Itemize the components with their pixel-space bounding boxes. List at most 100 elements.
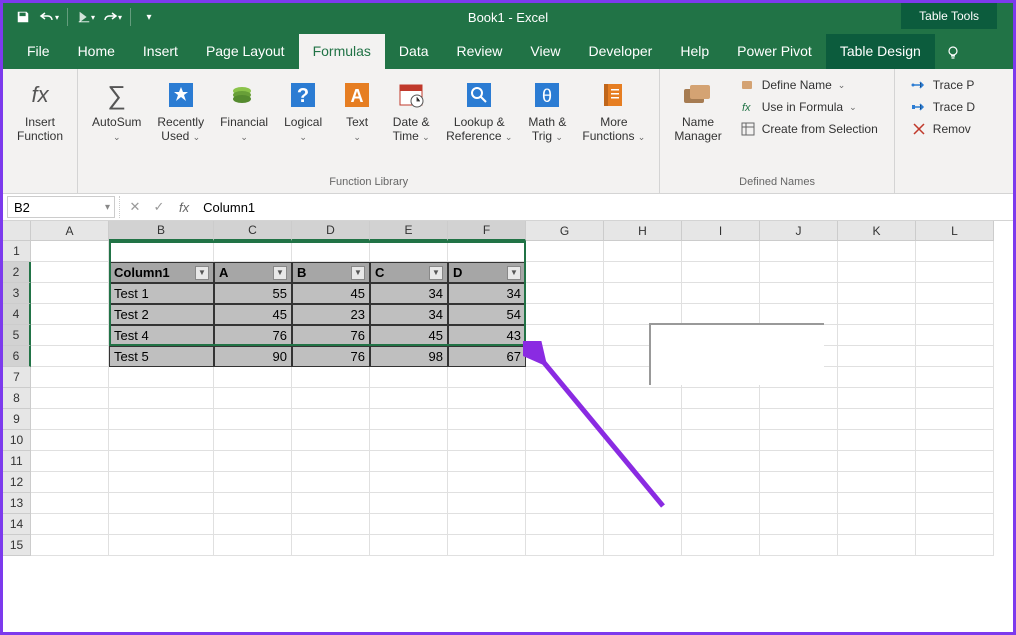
cell-J1[interactable] [760, 241, 838, 262]
cell-J9[interactable] [760, 409, 838, 430]
cell-D1[interactable] [292, 241, 370, 262]
cell-C4[interactable]: 45 [214, 304, 292, 325]
cell-K13[interactable] [838, 493, 916, 514]
cell-K14[interactable] [838, 514, 916, 535]
cell-E12[interactable] [370, 472, 448, 493]
cell-F2[interactable]: D▼ [448, 262, 526, 283]
col-header-A[interactable]: A [31, 221, 109, 241]
filter-dropdown-icon[interactable]: ▼ [195, 266, 209, 280]
cell-I14[interactable] [682, 514, 760, 535]
cell-E7[interactable] [370, 367, 448, 388]
lookup-reference-button[interactable]: Lookup & Reference ⌄ [440, 73, 518, 148]
row-header-14[interactable]: 14 [3, 514, 31, 535]
cell-D10[interactable] [292, 430, 370, 451]
cell-C11[interactable] [214, 451, 292, 472]
cell-E2[interactable]: C▼ [370, 262, 448, 283]
cell-K9[interactable] [838, 409, 916, 430]
cell-E1[interactable] [370, 241, 448, 262]
tab-developer[interactable]: Developer [575, 34, 667, 69]
text-button[interactable]: A Text⌄ [332, 73, 382, 148]
create-from-selection-button[interactable]: Create from Selection [736, 119, 882, 139]
cell-G2[interactable] [526, 262, 604, 283]
cell-B5[interactable]: Test 4 [109, 325, 214, 346]
cell-E13[interactable] [370, 493, 448, 514]
cell-A5[interactable] [31, 325, 109, 346]
filter-dropdown-icon[interactable]: ▼ [273, 266, 287, 280]
cell-F3[interactable]: 34 [448, 283, 526, 304]
cell-F9[interactable] [448, 409, 526, 430]
cell-D9[interactable] [292, 409, 370, 430]
cell-C2[interactable]: A▼ [214, 262, 292, 283]
cell-K2[interactable] [838, 262, 916, 283]
filter-dropdown-icon[interactable]: ▼ [507, 266, 521, 280]
cell-B8[interactable] [109, 388, 214, 409]
cell-D12[interactable] [292, 472, 370, 493]
tab-formulas[interactable]: Formulas [299, 34, 385, 69]
cell-C6[interactable]: 90 [214, 346, 292, 367]
cell-C14[interactable] [214, 514, 292, 535]
cell-I11[interactable] [682, 451, 760, 472]
row-header-3[interactable]: 3 [3, 283, 31, 304]
cell-B4[interactable]: Test 2 [109, 304, 214, 325]
trace-dependents-button[interactable]: Trace D [907, 97, 979, 117]
row-header-13[interactable]: 13 [3, 493, 31, 514]
cell-L1[interactable] [916, 241, 994, 262]
col-header-D[interactable]: D [292, 221, 370, 241]
insert-function-button[interactable]: fx Insert Function [11, 73, 69, 147]
financial-button[interactable]: Financial⌄ [214, 73, 274, 148]
formula-input[interactable] [197, 200, 1013, 215]
cell-G4[interactable] [526, 304, 604, 325]
cell-B1[interactable] [109, 241, 214, 262]
trace-precedents-button[interactable]: Trace P [907, 75, 979, 95]
cell-L10[interactable] [916, 430, 994, 451]
col-header-J[interactable]: J [760, 221, 838, 241]
tab-help[interactable]: Help [666, 34, 723, 69]
cell-G3[interactable] [526, 283, 604, 304]
cell-J15[interactable] [760, 535, 838, 556]
more-functions-button[interactable]: More Functions ⌄ [576, 73, 651, 148]
cell-L12[interactable] [916, 472, 994, 493]
cell-C1[interactable] [214, 241, 292, 262]
cell-I4[interactable] [682, 304, 760, 325]
cell-H9[interactable] [604, 409, 682, 430]
tab-data[interactable]: Data [385, 34, 443, 69]
cell-D15[interactable] [292, 535, 370, 556]
cell-K6[interactable] [838, 346, 916, 367]
cell-I15[interactable] [682, 535, 760, 556]
cell-A2[interactable] [31, 262, 109, 283]
cell-I10[interactable] [682, 430, 760, 451]
cell-G10[interactable] [526, 430, 604, 451]
cell-A14[interactable] [31, 514, 109, 535]
fx-label-icon[interactable]: fx [171, 200, 197, 215]
cell-J13[interactable] [760, 493, 838, 514]
use-in-formula-button[interactable]: fxUse in Formula ⌄ [736, 97, 882, 117]
cell-B15[interactable] [109, 535, 214, 556]
cell-L9[interactable] [916, 409, 994, 430]
cell-J12[interactable] [760, 472, 838, 493]
cell-F10[interactable] [448, 430, 526, 451]
cell-L8[interactable] [916, 388, 994, 409]
cell-L14[interactable] [916, 514, 994, 535]
cell-B3[interactable]: Test 1 [109, 283, 214, 304]
cell-E4[interactable]: 34 [370, 304, 448, 325]
cell-C7[interactable] [214, 367, 292, 388]
cell-B12[interactable] [109, 472, 214, 493]
cell-B9[interactable] [109, 409, 214, 430]
cell-C13[interactable] [214, 493, 292, 514]
cell-C8[interactable] [214, 388, 292, 409]
cell-C15[interactable] [214, 535, 292, 556]
cell-B14[interactable] [109, 514, 214, 535]
cell-K8[interactable] [838, 388, 916, 409]
cell-H10[interactable] [604, 430, 682, 451]
quick-icon[interactable]: ▾ [74, 6, 98, 28]
name-manager-button[interactable]: Name Manager [668, 73, 727, 147]
cell-C9[interactable] [214, 409, 292, 430]
cell-I2[interactable] [682, 262, 760, 283]
row-header-10[interactable]: 10 [3, 430, 31, 451]
cell-H13[interactable] [604, 493, 682, 514]
cell-E3[interactable]: 34 [370, 283, 448, 304]
cell-G9[interactable] [526, 409, 604, 430]
define-name-button[interactable]: Define Name ⌄ [736, 75, 882, 95]
date-time-button[interactable]: Date & Time ⌄ [386, 73, 436, 148]
cell-D11[interactable] [292, 451, 370, 472]
